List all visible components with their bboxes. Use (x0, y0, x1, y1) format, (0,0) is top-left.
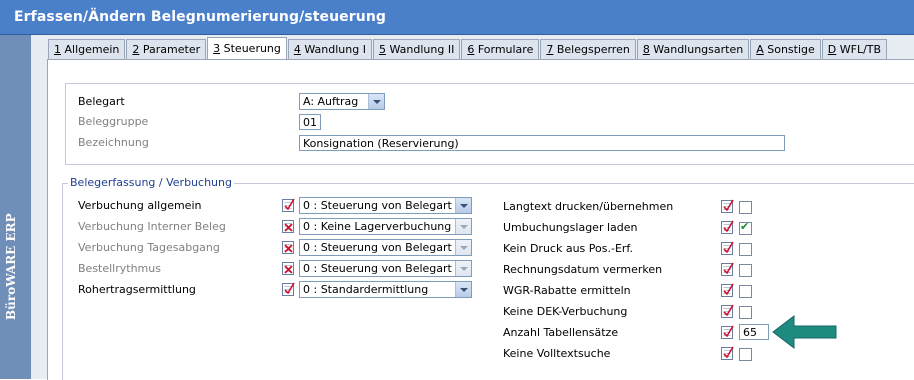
tab-label: Wandlungsarten (649, 43, 744, 56)
edit-ok-icon[interactable] (721, 199, 734, 213)
tab-shortcut-key: 1 (54, 43, 61, 56)
chevron-down-icon[interactable] (455, 261, 471, 276)
tab-label: WFL/TB (836, 43, 882, 56)
right-row-checkbox[interactable] (739, 264, 752, 277)
tab-label: Allgemein (61, 43, 120, 56)
chevron-down-icon[interactable] (455, 198, 471, 213)
bezeichnung-field[interactable]: Konsignation (Reservierung) (299, 135, 785, 151)
tab-shortcut-key: A (756, 43, 764, 56)
chevron-down-icon[interactable] (455, 219, 471, 234)
tab-shortcut-key: 8 (642, 43, 650, 56)
left-row-select[interactable]: 0 : Steuerung von Belegart (299, 239, 472, 256)
edit-ok-icon[interactable] (721, 262, 734, 276)
right-row-checkbox[interactable] (739, 348, 752, 361)
chevron-down-icon[interactable] (455, 240, 471, 255)
right-row-checkbox[interactable] (739, 201, 752, 214)
left-row-label: Verbuchung Tagesabgang (78, 241, 220, 254)
tab-3[interactable]: 4 Wandlung I (287, 39, 372, 59)
sidebar (0, 35, 31, 379)
left-row-label: Rohertragsermittlung (78, 283, 196, 296)
edit-ok-icon[interactable] (721, 220, 734, 234)
left-row-select[interactable]: 0 : Steuerung von Belegart (299, 260, 472, 277)
left-row-select[interactable]: 0 : Standardermittlung (299, 281, 472, 298)
left-row-value: 0 : Keine Lagerverbuchung (303, 220, 452, 233)
edit-ok-icon[interactable] (721, 283, 734, 297)
tab-6[interactable]: 7 Belegsperren (540, 39, 636, 59)
window-title: Erfassen/Ändern Belegnumerierung/steueru… (14, 9, 387, 25)
right-row-label: Anzahl Tabellensätze (503, 326, 619, 339)
tab-shortcut-key: D (827, 43, 837, 56)
left-row-value: 0 : Steuerung von Belegart (303, 262, 452, 275)
left-row-select[interactable]: 0 : Keine Lagerverbuchung (299, 218, 472, 235)
edit-locked-icon[interactable] (282, 261, 295, 275)
belegart-select[interactable]: A: Auftrag (299, 93, 385, 110)
right-row-label: Keine DEK-Verbuchung (503, 305, 628, 318)
edit-locked-icon[interactable] (282, 240, 295, 254)
edit-ok-icon[interactable] (721, 325, 734, 339)
right-row-label: Keine Volltextsuche (503, 347, 611, 360)
tab-label: Wandlung I (300, 43, 366, 56)
left-row-select[interactable]: 0 : Steuerung von Belegart (299, 197, 472, 214)
right-row-checkbox[interactable] (739, 220, 752, 235)
edit-locked-icon[interactable] (282, 219, 295, 233)
chevron-down-icon[interactable] (368, 94, 384, 109)
left-row-value: 0 : Steuerung von Belegart (303, 241, 452, 254)
belegart-label: Belegart (78, 95, 125, 108)
tab-strip: 1 Allgemein 2 Parameter 3 Steuerung 4 Wandl… (48, 37, 888, 59)
brand-logo-text: BüroWARE ERP (4, 213, 18, 320)
tab-label: Wandlung II (385, 43, 455, 56)
left-row-label: Bestellrythmus (78, 262, 161, 275)
left-row-label: Verbuchung Interner Beleg (78, 220, 226, 233)
right-row-label: Langtext drucken/übernehmen (503, 200, 674, 213)
anzahl-tabellensaetze-field[interactable]: 65 (739, 324, 769, 340)
edit-ok-icon[interactable] (721, 241, 734, 255)
belegart-value: A: Auftrag (303, 95, 359, 108)
tab-label: Formulare (474, 43, 534, 56)
tab-7[interactable]: 8 Wandlungsarten (636, 39, 750, 59)
bezeichnung-label: Bezeichnung (78, 136, 149, 149)
tab-label: Parameter (139, 43, 201, 56)
left-row-value: 0 : Standardermittlung (303, 283, 429, 296)
beleggruppe-field[interactable]: 01 (299, 114, 321, 130)
edit-ok-icon[interactable] (721, 304, 734, 318)
tab-1[interactable]: 2 Parameter (126, 39, 207, 59)
tab-4[interactable]: 5 Wandlung II (372, 39, 461, 59)
tab-5[interactable]: 6 Formulare (461, 39, 540, 59)
tab-shortcut-key: 4 (293, 43, 301, 56)
tab-2[interactable]: 3 Steuerung (207, 37, 287, 59)
tab-label: Steuerung (220, 42, 281, 55)
window-titlebar: Erfassen/Ändern Belegnumerierung/steueru… (0, 0, 914, 35)
left-row-label: Verbuchung allgemein (78, 199, 202, 212)
left-row-value: 0 : Steuerung von Belegart (303, 199, 452, 212)
chevron-down-icon[interactable] (455, 282, 471, 297)
right-row-checkbox[interactable] (739, 306, 752, 319)
beleggruppe-label: Beleggruppe (78, 115, 149, 128)
header-box (65, 83, 914, 165)
tab-label: Sonstige (763, 43, 815, 56)
edit-ok-icon[interactable] (721, 346, 734, 360)
right-row-label: Rechnungsdatum vermerken (503, 263, 663, 276)
tab-8[interactable]: A Sonstige (750, 39, 821, 59)
right-row-label: WGR-Rabatte ermitteln (503, 284, 631, 297)
right-row-checkbox[interactable] (739, 285, 752, 298)
arrow-annotation-icon (772, 314, 837, 350)
edit-ok-icon[interactable] (282, 282, 295, 296)
right-row-checkbox[interactable] (739, 243, 752, 256)
tab-shortcut-key: 5 (378, 43, 386, 56)
tab-0[interactable]: 1 Allgemein (48, 39, 126, 59)
group-label: Belegerfassung / Verbuchung (68, 176, 234, 189)
right-row-label: Kein Druck aus Pos.-Erf. (503, 242, 633, 255)
edit-ok-icon[interactable] (282, 198, 295, 212)
tab-9[interactable]: D WFL/TB (821, 39, 888, 59)
right-row-label: Umbuchungslager laden (503, 221, 638, 234)
tab-label: Belegsperren (553, 43, 630, 56)
